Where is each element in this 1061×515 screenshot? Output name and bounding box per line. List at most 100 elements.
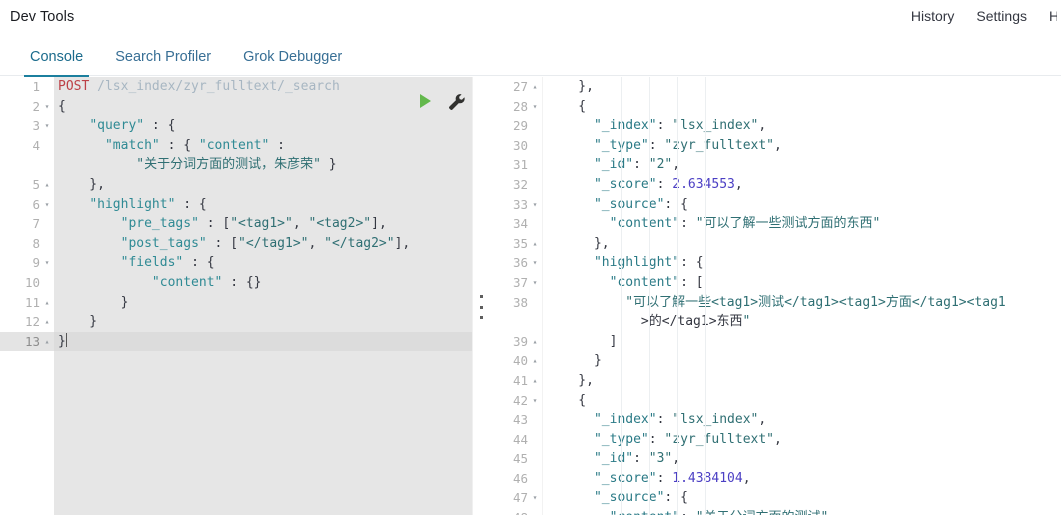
gutter-line-30[interactable]: 30 bbox=[492, 136, 542, 156]
code-line-48[interactable]: "content": "关于分词方面的测试" bbox=[543, 508, 1061, 515]
chevron-up-icon[interactable]: ▴ bbox=[530, 371, 540, 391]
request-editor-gutter[interactable]: 1 2 ▾ 3 ▾ 4 5 ▴ 6 ▾ 7 8 9 ▾ 10 11 ▴ 12 ▴ 13 ▴ bbox=[0, 77, 54, 515]
chevron-up-icon[interactable]: ▴ bbox=[530, 234, 540, 254]
code-line-46[interactable]: "_score": 1.4384104, bbox=[543, 469, 1061, 489]
gutter-line-41[interactable]: 41 ▴ bbox=[492, 371, 542, 391]
gutter-line-47[interactable]: 47 ▾ bbox=[492, 488, 542, 508]
code-line-33[interactable]: "_source": { bbox=[543, 195, 1061, 215]
tab-search-profiler[interactable]: Search Profiler bbox=[99, 49, 227, 76]
code-line-34[interactable]: "content": "可以了解一些测试方面的东西" bbox=[543, 214, 1061, 234]
code-line-42[interactable]: { bbox=[543, 391, 1061, 411]
code-line-10[interactable]: "content" : {} bbox=[54, 273, 472, 293]
gutter-line-4[interactable]: 4 bbox=[0, 136, 54, 175]
code-line-4[interactable]: "match" : { "content" : "关于分词方面的测试，朱彦荣" … bbox=[54, 136, 472, 175]
chevron-down-icon[interactable]: ▾ bbox=[530, 273, 540, 293]
gutter-line-38[interactable]: 38 bbox=[492, 293, 542, 332]
code-line-9[interactable]: "fields" : { bbox=[54, 253, 472, 273]
code-line-35[interactable]: }, bbox=[543, 234, 1061, 254]
code-line-43[interactable]: "_index": "lsx_index", bbox=[543, 410, 1061, 430]
code-line-38[interactable]: "可以了解一些<tag1>测试</tag1><tag1>方面</tag1><ta… bbox=[543, 293, 1061, 332]
code-line-41[interactable]: }, bbox=[543, 371, 1061, 391]
chevron-down-icon[interactable]: ▾ bbox=[530, 195, 540, 215]
chevron-up-icon[interactable]: ▴ bbox=[530, 77, 540, 97]
gutter-line-8[interactable]: 8 bbox=[0, 234, 54, 254]
tab-grok-debugger[interactable]: Grok Debugger bbox=[227, 49, 358, 76]
code-line-32[interactable]: "_score": 2.634553, bbox=[543, 175, 1061, 195]
gutter-line-10[interactable]: 10 bbox=[0, 273, 54, 293]
code-line-13[interactable]: } bbox=[54, 331, 472, 352]
gutter-line-27[interactable]: 27 ▴ bbox=[492, 77, 542, 97]
gutter-line-5[interactable]: 5 ▴ bbox=[0, 175, 54, 195]
code-line-40[interactable]: } bbox=[543, 351, 1061, 371]
gutter-line-46[interactable]: 46 bbox=[492, 469, 542, 489]
drag-handle-icon[interactable] bbox=[480, 295, 485, 319]
chevron-up-icon[interactable]: ▴ bbox=[42, 332, 52, 352]
nav-item-settings[interactable]: Settings bbox=[976, 8, 1027, 24]
pane-splitter[interactable] bbox=[472, 77, 492, 515]
chevron-down-icon[interactable]: ▾ bbox=[530, 97, 540, 117]
code-line-3[interactable]: "query" : { bbox=[54, 116, 472, 136]
gutter-line-12[interactable]: 12 ▴ bbox=[0, 312, 54, 332]
gutter-line-36[interactable]: 36 ▾ bbox=[492, 253, 542, 273]
request-editor-content[interactable]: POST /lsx_index/zyr_fulltext/_search{ "q… bbox=[54, 77, 472, 515]
gutter-line-34[interactable]: 34 bbox=[492, 214, 542, 234]
chevron-up-icon[interactable]: ▴ bbox=[42, 293, 52, 313]
chevron-down-icon[interactable]: ▾ bbox=[530, 253, 540, 273]
gutter-line-28[interactable]: 28 ▾ bbox=[492, 97, 542, 117]
code-line-1[interactable]: POST /lsx_index/zyr_fulltext/_search bbox=[54, 77, 472, 97]
tab-console[interactable]: Console bbox=[14, 49, 99, 77]
response-editor-pane[interactable]: 27 ▴ 28 ▾ 29 30 31 32 33 ▾ 34 35 ▴ 36 ▾ 37 ▾ 38 39 ▴ 40 ▴ 41 ▴ 4… bbox=[492, 77, 1061, 515]
gutter-line-43[interactable]: 43 bbox=[492, 410, 542, 430]
code-line-6[interactable]: "highlight" : { bbox=[54, 195, 472, 215]
code-line-31[interactable]: "_id": "2", bbox=[543, 155, 1061, 175]
gutter-line-2[interactable]: 2 ▾ bbox=[0, 97, 54, 117]
gutter-line-37[interactable]: 37 ▾ bbox=[492, 273, 542, 293]
code-line-37[interactable]: "content": [ bbox=[543, 273, 1061, 293]
gutter-line-44[interactable]: 44 bbox=[492, 430, 542, 450]
gutter-line-6[interactable]: 6 ▾ bbox=[0, 195, 54, 215]
wrench-icon[interactable] bbox=[447, 92, 467, 112]
chevron-down-icon[interactable]: ▾ bbox=[42, 116, 52, 136]
code-line-8[interactable]: "post_tags" : ["</tag1>", "</tag2>"], bbox=[54, 234, 472, 254]
code-line-47[interactable]: "_source": { bbox=[543, 488, 1061, 508]
chevron-down-icon[interactable]: ▾ bbox=[42, 253, 52, 273]
code-line-45[interactable]: "_id": "3", bbox=[543, 449, 1061, 469]
gutter-line-35[interactable]: 35 ▴ bbox=[492, 234, 542, 254]
response-editor-content[interactable]: }, { "_index": "lsx_index", "_type": "zy… bbox=[542, 77, 1061, 515]
chevron-down-icon[interactable]: ▾ bbox=[42, 97, 52, 117]
code-line-39[interactable]: ] bbox=[543, 332, 1061, 352]
response-editor-gutter[interactable]: 27 ▴ 28 ▾ 29 30 31 32 33 ▾ 34 35 ▴ 36 ▾ 37 ▾ 38 39 ▴ 40 ▴ 41 ▴ 4… bbox=[492, 77, 542, 515]
gutter-line-31[interactable]: 31 bbox=[492, 155, 542, 175]
gutter-line-13[interactable]: 13 ▴ bbox=[0, 331, 54, 352]
gutter-line-39[interactable]: 39 ▴ bbox=[492, 332, 542, 352]
code-line-2[interactable]: { bbox=[54, 97, 472, 117]
chevron-up-icon[interactable]: ▴ bbox=[42, 312, 52, 332]
chevron-up-icon[interactable]: ▴ bbox=[530, 332, 540, 352]
gutter-line-42[interactable]: 42 ▾ bbox=[492, 391, 542, 411]
code-line-11[interactable]: } bbox=[54, 293, 472, 313]
chevron-up-icon[interactable]: ▴ bbox=[42, 175, 52, 195]
code-line-30[interactable]: "_type": "zyr_fulltext", bbox=[543, 136, 1061, 156]
gutter-line-1[interactable]: 1 bbox=[0, 77, 54, 97]
code-line-28[interactable]: { bbox=[543, 97, 1061, 117]
chevron-down-icon[interactable]: ▾ bbox=[530, 391, 540, 411]
code-line-5[interactable]: }, bbox=[54, 175, 472, 195]
gutter-line-29[interactable]: 29 bbox=[492, 116, 542, 136]
gutter-line-32[interactable]: 32 bbox=[492, 175, 542, 195]
gutter-line-11[interactable]: 11 ▴ bbox=[0, 293, 54, 313]
chevron-down-icon[interactable]: ▾ bbox=[530, 488, 540, 508]
gutter-line-3[interactable]: 3 ▾ bbox=[0, 116, 54, 136]
play-icon[interactable] bbox=[420, 94, 431, 108]
gutter-line-48[interactable]: 48 bbox=[492, 508, 542, 515]
nav-item-history[interactable]: History bbox=[911, 8, 955, 24]
code-line-29[interactable]: "_index": "lsx_index", bbox=[543, 116, 1061, 136]
nav-item-help[interactable]: H bbox=[1049, 8, 1057, 24]
code-line-27[interactable]: }, bbox=[543, 77, 1061, 97]
code-line-12[interactable]: } bbox=[54, 312, 472, 332]
gutter-line-45[interactable]: 45 bbox=[492, 449, 542, 469]
code-line-7[interactable]: "pre_tags" : ["<tag1>", "<tag2>"], bbox=[54, 214, 472, 234]
chevron-up-icon[interactable]: ▴ bbox=[530, 351, 540, 371]
gutter-line-9[interactable]: 9 ▾ bbox=[0, 253, 54, 273]
gutter-line-40[interactable]: 40 ▴ bbox=[492, 351, 542, 371]
request-editor-pane[interactable]: 1 2 ▾ 3 ▾ 4 5 ▴ 6 ▾ 7 8 9 ▾ 10 11 ▴ 12 ▴ 13 ▴ POST /lsx_inde… bbox=[0, 77, 472, 515]
